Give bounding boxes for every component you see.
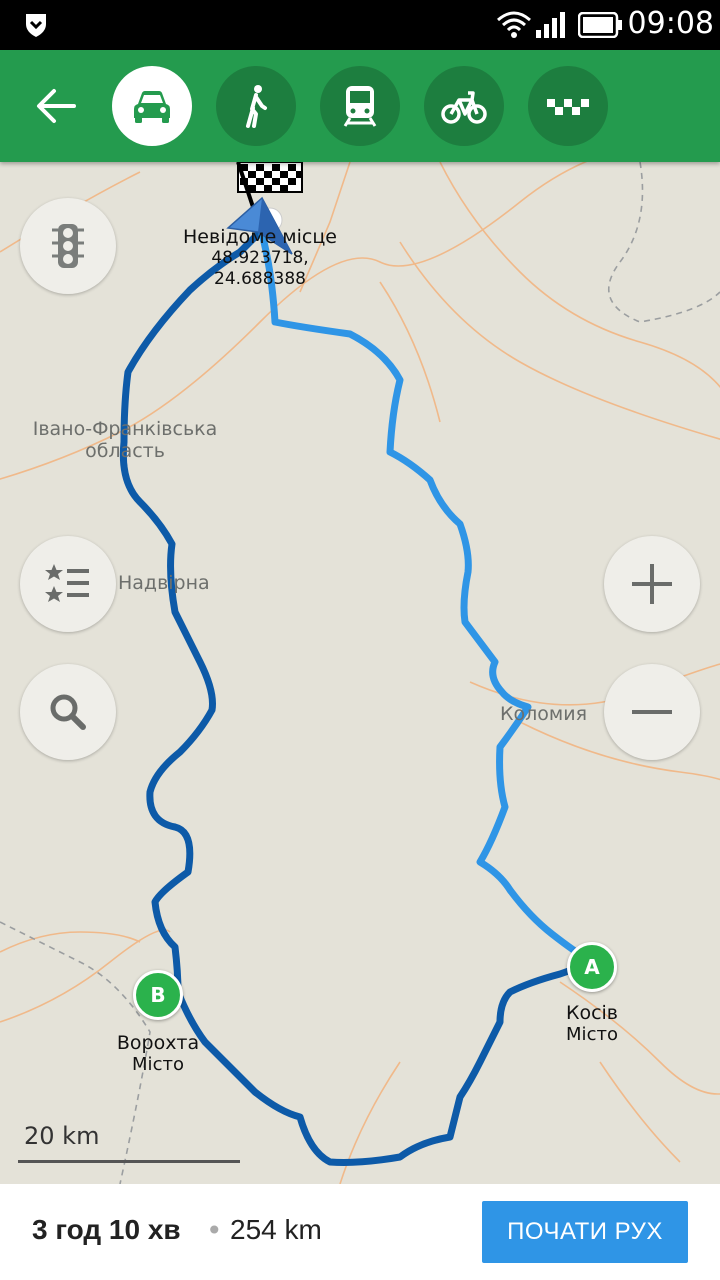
search-icon <box>50 694 86 730</box>
signal-icon <box>536 12 565 38</box>
bookmarks-list-icon <box>45 564 89 602</box>
point-b-marker[interactable]: B <box>133 970 183 1020</box>
wifi-icon <box>497 11 531 38</box>
plus-icon <box>632 564 672 604</box>
route-mode-toolbar <box>0 50 720 162</box>
mode-bike-button[interactable] <box>424 66 504 146</box>
bookmarks-button[interactable] <box>20 536 116 632</box>
walk-icon <box>246 85 267 128</box>
back-arrow-icon[interactable] <box>30 80 82 132</box>
mode-walk-button[interactable] <box>216 66 296 146</box>
map-view[interactable]: Івано-Франківська область Надвірна Колом… <box>0 162 720 1184</box>
region-label: Івано-Франківська область <box>32 418 218 462</box>
zoom-out-button[interactable] <box>604 664 700 760</box>
map-scale: 20 km <box>18 1122 240 1166</box>
search-button[interactable] <box>20 664 116 760</box>
status-bar: 09:08 <box>0 0 720 50</box>
route-summary-bar: 3 год 10 хв • 254 km ПОЧАТИ РУХ <box>0 1184 720 1280</box>
clock: 09:08 <box>627 6 714 41</box>
mode-taxi-button[interactable] <box>528 66 608 146</box>
taxi-icon <box>547 99 589 115</box>
bike-icon <box>441 91 487 124</box>
minus-icon <box>632 710 672 714</box>
car-icon <box>134 91 170 123</box>
point-b-label: Ворохта Місто <box>116 1032 200 1075</box>
separator-dot: • <box>206 1214 223 1247</box>
destination-label: Невідоме місце 48.923718, 24.688388 <box>183 226 337 289</box>
mode-car-button[interactable] <box>112 66 192 146</box>
battery-icon <box>578 12 622 38</box>
mode-transit-button[interactable] <box>320 66 400 146</box>
start-navigation-button[interactable]: ПОЧАТИ РУХ <box>482 1201 688 1263</box>
city-label-kolomyia: Коломия <box>500 703 587 725</box>
app-shield-icon <box>26 14 46 37</box>
point-a-marker[interactable]: A <box>567 942 617 992</box>
city-label-nadvirna: Надвірна <box>118 572 210 594</box>
point-a-label: Косів Місто <box>565 1002 619 1045</box>
train-icon <box>343 86 377 127</box>
primary-route-line <box>258 230 596 966</box>
route-duration: 3 год 10 хв <box>32 1214 181 1245</box>
zoom-in-button[interactable] <box>604 536 700 632</box>
route-distance: 254 km <box>230 1214 322 1245</box>
traffic-light-icon <box>52 224 84 268</box>
traffic-button[interactable] <box>20 198 116 294</box>
